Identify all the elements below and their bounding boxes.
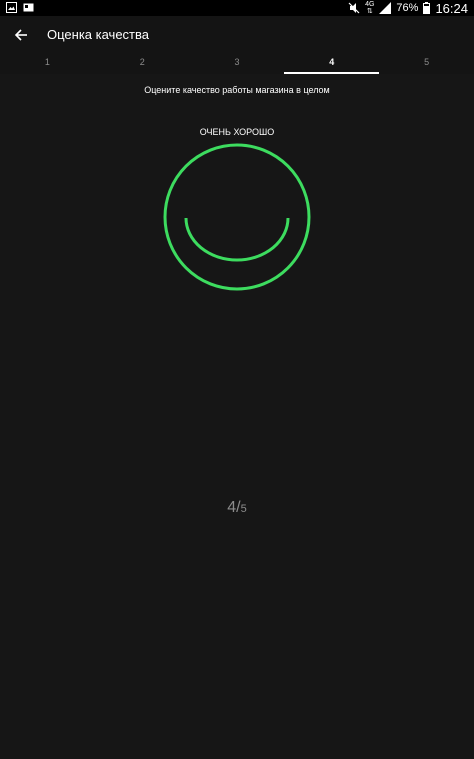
picture-icon: [6, 2, 17, 13]
toolbar: Оценка качества: [0, 16, 474, 54]
tab-4[interactable]: 4: [284, 54, 379, 74]
mute-icon: [348, 2, 360, 14]
score-max: 5: [240, 503, 247, 515]
network-type: 4G ⇅: [365, 1, 375, 15]
tab-5[interactable]: 5: [379, 54, 474, 74]
smiley-face-icon[interactable]: [162, 142, 312, 292]
status-bar: 4G ⇅ 76% 16:24: [0, 0, 474, 16]
page-title: Оценка качества: [47, 27, 150, 42]
back-button[interactable]: [8, 22, 34, 48]
clock: 16:24: [435, 0, 468, 16]
battery-icon: [423, 2, 431, 14]
rating-label: ОЧЕНЬ ХОРОШО: [199, 127, 275, 137]
rating-prompt: Оцените качество работы магазина в целом: [144, 85, 330, 95]
gallery-icon: [23, 3, 34, 12]
arrow-left-icon: [14, 29, 27, 41]
signal-icon: [379, 2, 392, 14]
score-display: 4/5: [0, 499, 474, 517]
tab-3[interactable]: 3: [190, 54, 285, 74]
battery-percent: 76%: [396, 2, 419, 14]
tab-2[interactable]: 2: [95, 54, 190, 74]
tab-1[interactable]: 1: [0, 54, 95, 74]
score-value: 4: [227, 499, 237, 516]
step-tabs: 1 2 3 4 5: [0, 54, 474, 74]
